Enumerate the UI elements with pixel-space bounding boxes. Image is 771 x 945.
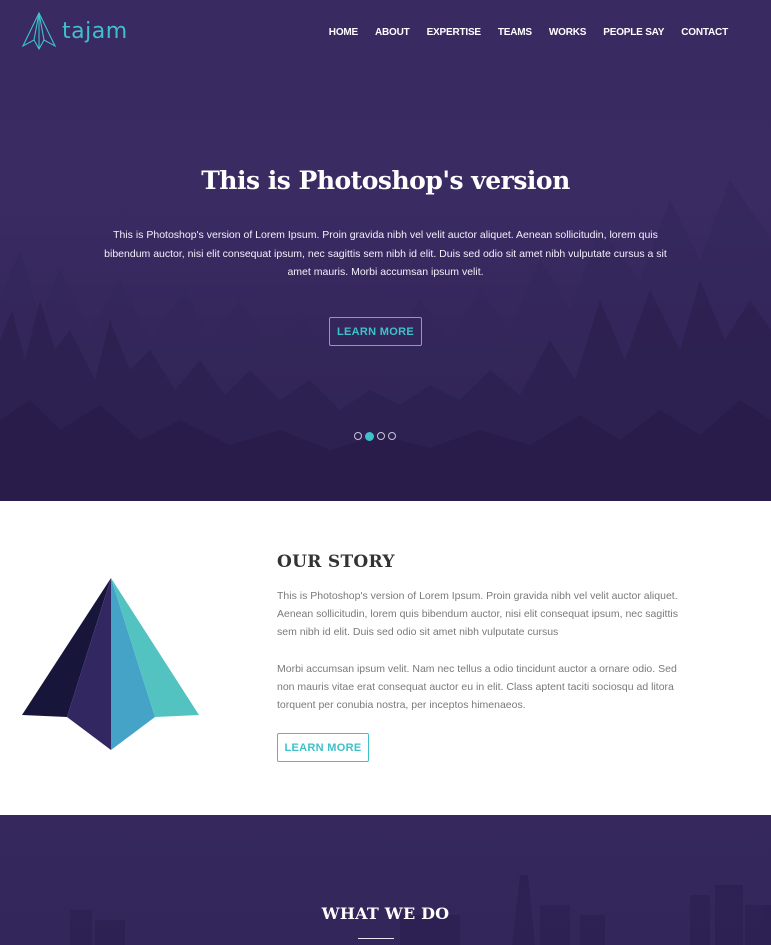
slider-pagination bbox=[354, 431, 399, 441]
city-skyline-background bbox=[70, 875, 771, 945]
nav-contact[interactable]: CONTACT bbox=[681, 27, 728, 38]
story-learn-more-button[interactable]: LEARN MORE bbox=[277, 733, 369, 762]
title-underline bbox=[358, 938, 394, 939]
nav-works[interactable]: WORKS bbox=[549, 27, 587, 38]
slider-dot-1[interactable] bbox=[354, 432, 362, 440]
nav-people-say[interactable]: PEOPLE SAY bbox=[603, 27, 664, 38]
hero-section: tajam HOME ABOUT EXPERTISE TEAMS WORKS P… bbox=[0, 0, 771, 501]
brand-logo[interactable]: tajam bbox=[22, 12, 128, 50]
pyramid-illustration bbox=[22, 578, 199, 750]
story-paragraph-1: This is Photoshop's version of Lorem Ips… bbox=[277, 590, 678, 639]
story-paragraph-2: Morbi accumsan ipsum velit. Nam nec tell… bbox=[277, 663, 677, 712]
story-title: OUR STORY bbox=[277, 552, 395, 572]
brand-name: tajam bbox=[62, 18, 128, 44]
nav-expertise[interactable]: EXPERTISE bbox=[427, 27, 482, 38]
slider-dot-3[interactable] bbox=[377, 432, 385, 440]
main-nav: HOME ABOUT EXPERTISE TEAMS WORKS PEOPLE … bbox=[312, 27, 728, 38]
what-we-do-section: WHAT WE DO bbox=[0, 815, 771, 945]
slider-dot-2[interactable] bbox=[365, 431, 374, 441]
our-story-section: OUR STORY This is Photoshop's version of… bbox=[0, 501, 771, 815]
hero-learn-more-button[interactable]: LEARN MORE bbox=[329, 317, 422, 346]
nav-about[interactable]: ABOUT bbox=[375, 27, 410, 38]
hero-description: This is Photoshop's version of Lorem Ips… bbox=[104, 229, 667, 278]
slider-dot-4[interactable] bbox=[388, 432, 396, 440]
hero-title: This is Photoshop's version bbox=[201, 166, 570, 195]
pyramid-logo-icon bbox=[22, 12, 56, 50]
nav-teams[interactable]: TEAMS bbox=[498, 27, 532, 38]
nav-home[interactable]: HOME bbox=[329, 27, 358, 38]
what-we-do-title: WHAT WE DO bbox=[321, 904, 450, 923]
